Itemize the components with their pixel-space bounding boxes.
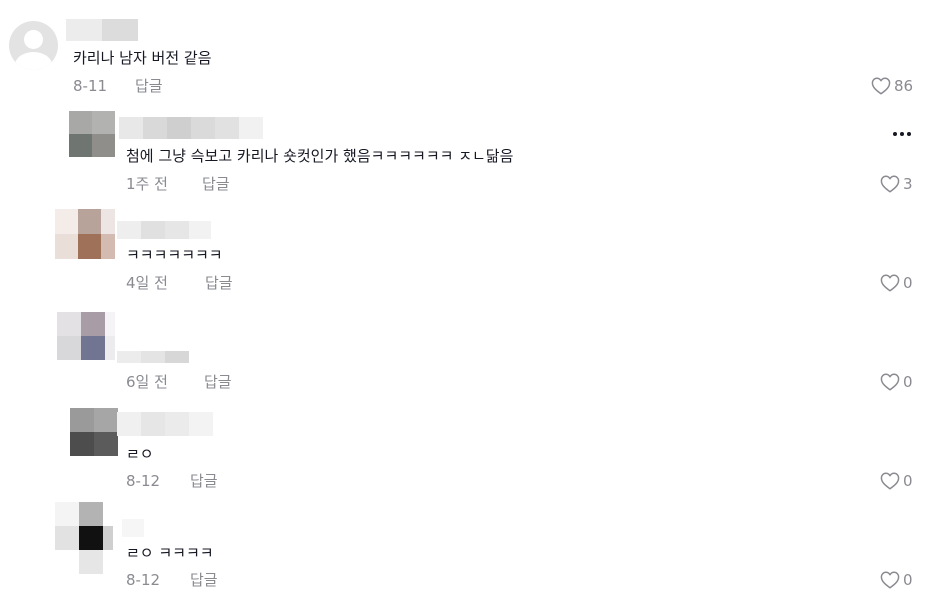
more-options-button[interactable] xyxy=(888,124,916,144)
heart-icon xyxy=(880,472,900,490)
like-count: 0 xyxy=(903,373,913,391)
comment-text: 첨에 그냥 슥보고 카리나 숏컷인가 했음ㅋㅋㅋㅋㅋㅋ ㅈㄴ닮음 xyxy=(126,147,514,165)
like-count: 0 xyxy=(903,571,913,589)
like-button[interactable]: 0 xyxy=(880,570,913,590)
avatar-pixelated[interactable] xyxy=(55,502,113,574)
comment-text: ㄹㅇ xyxy=(126,445,154,463)
avatar-person-shoulders xyxy=(15,52,52,70)
comment-text: 카리나 남자 버전 같음 xyxy=(73,49,212,67)
heart-icon xyxy=(880,373,900,391)
reply-button[interactable]: 답글 xyxy=(205,273,233,293)
like-button[interactable]: 0 xyxy=(880,372,913,392)
like-count: 0 xyxy=(903,274,913,292)
heart-icon xyxy=(880,274,900,292)
reply-button[interactable]: 답글 xyxy=(135,76,163,96)
like-button[interactable]: 0 xyxy=(880,273,913,293)
reply-button[interactable]: 답글 xyxy=(190,570,218,590)
username-blurred[interactable] xyxy=(117,351,189,363)
like-count: 3 xyxy=(903,175,913,193)
comment-date: 8-12 xyxy=(126,472,161,490)
comment-text: ㄹㅇ ㅋㅋㅋㅋ xyxy=(126,544,214,562)
heart-icon xyxy=(871,77,891,95)
comment-date: 4일 전 xyxy=(126,274,168,292)
avatar-person-icon xyxy=(24,30,43,49)
comment-date: 1주 전 xyxy=(126,175,168,193)
like-button[interactable]: 0 xyxy=(880,471,913,491)
comment-text: ㅋㅋㅋㅋㅋㅋㅋ xyxy=(126,246,223,264)
username-blurred[interactable] xyxy=(66,19,138,41)
heart-icon xyxy=(880,571,900,589)
comment-date: 8-11 xyxy=(73,77,108,95)
like-button[interactable]: 86 xyxy=(871,76,913,96)
comment-date: 6일 전 xyxy=(126,373,168,391)
avatar-pixelated[interactable] xyxy=(55,209,115,259)
more-dot-icon xyxy=(907,132,911,136)
like-button[interactable]: 3 xyxy=(880,174,913,194)
username-blurred[interactable] xyxy=(119,117,263,139)
reply-button[interactable]: 답글 xyxy=(202,174,230,194)
avatar-pixelated[interactable] xyxy=(57,312,115,360)
like-count: 86 xyxy=(894,77,914,95)
like-count: 0 xyxy=(903,472,913,490)
username-blurred[interactable] xyxy=(122,519,144,537)
avatar-default[interactable] xyxy=(9,21,58,70)
reply-button[interactable]: 답글 xyxy=(204,372,232,392)
comment-date: 8-12 xyxy=(126,571,161,589)
username-blurred[interactable] xyxy=(117,412,213,436)
avatar-pixelated[interactable] xyxy=(69,111,115,157)
avatar-pixelated[interactable] xyxy=(70,408,118,456)
reply-button[interactable]: 답글 xyxy=(190,471,218,491)
more-dot-icon xyxy=(893,132,897,136)
more-dot-icon xyxy=(900,132,904,136)
heart-icon xyxy=(880,175,900,193)
username-blurred[interactable] xyxy=(117,221,211,239)
